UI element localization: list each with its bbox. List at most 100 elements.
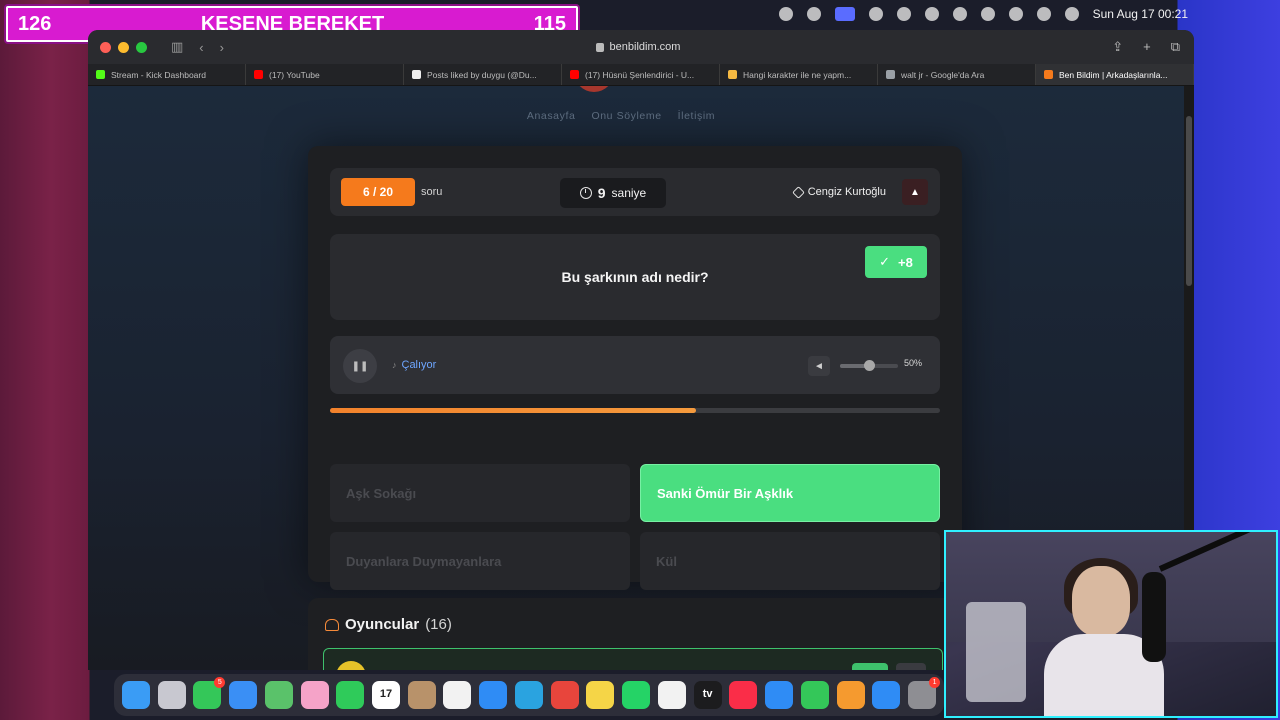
browser-tab-label: (17) Hüsnü Şenlendirici - U...: [585, 69, 695, 80]
players-count: (16): [425, 616, 452, 633]
dock-app-reminders-icon[interactable]: [443, 681, 472, 709]
dock-app-maps-icon[interactable]: [264, 681, 293, 709]
site-logo[interactable]: [574, 86, 614, 92]
forward-icon[interactable]: ›: [220, 40, 224, 55]
dock-app-photos-icon[interactable]: [300, 681, 329, 709]
answer-option-4[interactable]: Kül: [640, 532, 940, 590]
nav-link-dont-say[interactable]: Onu Söyleme: [591, 110, 661, 122]
dock-app-chrome-icon[interactable]: [550, 681, 579, 709]
dock-app-contacts-icon[interactable]: [407, 681, 436, 709]
dock-app-label: 17: [379, 688, 393, 700]
sync-icon[interactable]: [806, 7, 821, 21]
dock-app-telegram-icon[interactable]: [514, 681, 543, 709]
nav-link-contact[interactable]: İletişim: [678, 110, 715, 122]
dock-app-messages-icon[interactable]: 5: [193, 677, 226, 709]
browser-tab[interactable]: (17) YouTube: [246, 64, 404, 85]
nav-link-home[interactable]: Anasayfa: [527, 110, 576, 122]
dock-app-mail-icon[interactable]: [229, 681, 258, 709]
dock-app-label: tv: [702, 688, 713, 700]
close-window-button[interactable]: [100, 41, 111, 53]
browser-tab-label: (17) YouTube: [269, 69, 320, 80]
back-icon[interactable]: ‹: [199, 40, 203, 55]
minimize-window-button[interactable]: [118, 41, 129, 53]
dock-app-whatsapp-icon[interactable]: [622, 681, 651, 709]
browser-tab[interactable]: Ben Bildim | Arkadaşlarınla...: [1036, 64, 1194, 85]
dock-app-finder-icon[interactable]: [121, 681, 150, 709]
dock-app-freeform-icon[interactable]: [657, 681, 686, 709]
scrollbar-thumb[interactable]: [1186, 116, 1192, 286]
streamer: [1044, 558, 1164, 716]
globe-icon[interactable]: [868, 7, 883, 21]
browser-tab[interactable]: (17) Hüsnü Şenlendirici - U...: [562, 64, 720, 85]
dock-app-music-icon[interactable]: [729, 681, 758, 709]
volume-slider-handle[interactable]: [864, 360, 875, 371]
dock-app-keynote-icon[interactable]: [765, 681, 794, 709]
browser-tab[interactable]: walt jr - Google'da Ara: [878, 64, 1036, 85]
keyboard-icon[interactable]: [896, 7, 911, 21]
dock-app-facetime-icon[interactable]: [336, 681, 365, 709]
dock-app-calendar-icon[interactable]: 17: [372, 681, 400, 709]
volume-slider[interactable]: [840, 360, 898, 371]
creative-cloud-icon[interactable]: [778, 7, 793, 21]
report-button[interactable]: ▲: [902, 179, 928, 205]
answer-option-3[interactable]: Duyanlara Duymayanlara: [330, 532, 630, 590]
streamer-face: [1072, 566, 1130, 636]
control-center-icon[interactable]: [1064, 7, 1079, 21]
address-bar[interactable]: benbildim.com: [418, 36, 858, 58]
browser-tab[interactable]: Posts liked by duygu (@Du...: [404, 64, 562, 85]
users-icon: [325, 618, 339, 631]
music-note-icon: ♪: [392, 360, 397, 370]
wifi-icon[interactable]: [1008, 7, 1023, 21]
timer-value: 9: [597, 185, 606, 201]
favicon-icon: [412, 70, 421, 79]
favicon-icon: [254, 70, 263, 79]
battery-icon[interactable]: [980, 7, 995, 21]
dock-app-tv-icon[interactable]: tv: [693, 681, 722, 709]
window-controls: [100, 41, 147, 53]
play-icon[interactable]: [952, 7, 967, 21]
tag-icon: [791, 185, 805, 199]
tab-overview-icon[interactable]: ⧉: [1171, 39, 1180, 55]
notification-badge: 1: [929, 677, 941, 688]
screen-share-icon[interactable]: [834, 7, 855, 21]
dock-app-system-settings-icon[interactable]: 1: [908, 677, 941, 709]
share-icon[interactable]: ⇪: [1112, 39, 1123, 55]
macos-dock: 5 17 tv 1: [114, 674, 944, 716]
volume-percent: 50%: [904, 358, 923, 368]
favicon-icon: [728, 70, 737, 79]
player-row[interactable]: [323, 648, 943, 670]
question-text: Bu şarkının adı nedir?: [561, 269, 709, 285]
timer-unit: saniye: [611, 186, 647, 200]
menu-bar-clock[interactable]: Sun Aug 17 00:21: [1093, 7, 1188, 21]
dock-app-launchpad-icon[interactable]: [157, 681, 186, 709]
no-camera-icon[interactable]: [924, 7, 939, 21]
volume-button[interactable]: ◄: [808, 356, 830, 376]
browser-tab[interactable]: Hangi karakter ile ne yapm...: [720, 64, 878, 85]
dock-app-app-store-icon[interactable]: [872, 681, 901, 709]
pause-icon: ❚❚: [351, 360, 369, 372]
question-counter: 6 / 20: [341, 178, 415, 206]
webcam-overlay: [944, 530, 1278, 718]
dock-app-notes-icon[interactable]: [586, 681, 615, 709]
favicon-icon: [570, 70, 579, 79]
quiz-panel: 6 / 20 soru 9 saniye Cengiz Kurtoğlu ▲ B…: [308, 146, 962, 638]
browser-tab[interactable]: Stream - Kick Dashboard: [88, 64, 246, 85]
warning-icon: ▲: [910, 186, 920, 198]
zoom-window-button[interactable]: [136, 41, 147, 53]
player-action-button[interactable]: [896, 663, 926, 670]
players-title: Oyuncular: [345, 616, 420, 633]
dock-app-numbers-icon[interactable]: [800, 681, 829, 709]
favicon-icon: [1044, 70, 1053, 79]
dock-app-safari-icon[interactable]: [479, 681, 508, 709]
spotlight-search-icon[interactable]: [1036, 7, 1051, 21]
dock-app-pages-icon[interactable]: [836, 681, 865, 709]
lock-icon: [595, 42, 604, 52]
pause-button[interactable]: ❚❚: [343, 349, 377, 383]
answer-option-2[interactable]: Sanki Ömür Bir Aşklık: [640, 464, 940, 522]
answer-option-1[interactable]: Aşk Sokağı: [330, 464, 630, 522]
site-nav: Anasayfa Onu Söyleme İletişim: [88, 110, 1184, 122]
sidebar-icon[interactable]: ▥: [171, 39, 183, 55]
artist-tag: Cengiz Kurtoğlu: [791, 168, 886, 216]
new-tab-icon[interactable]: +: [1143, 39, 1151, 55]
avatar: [336, 661, 366, 670]
